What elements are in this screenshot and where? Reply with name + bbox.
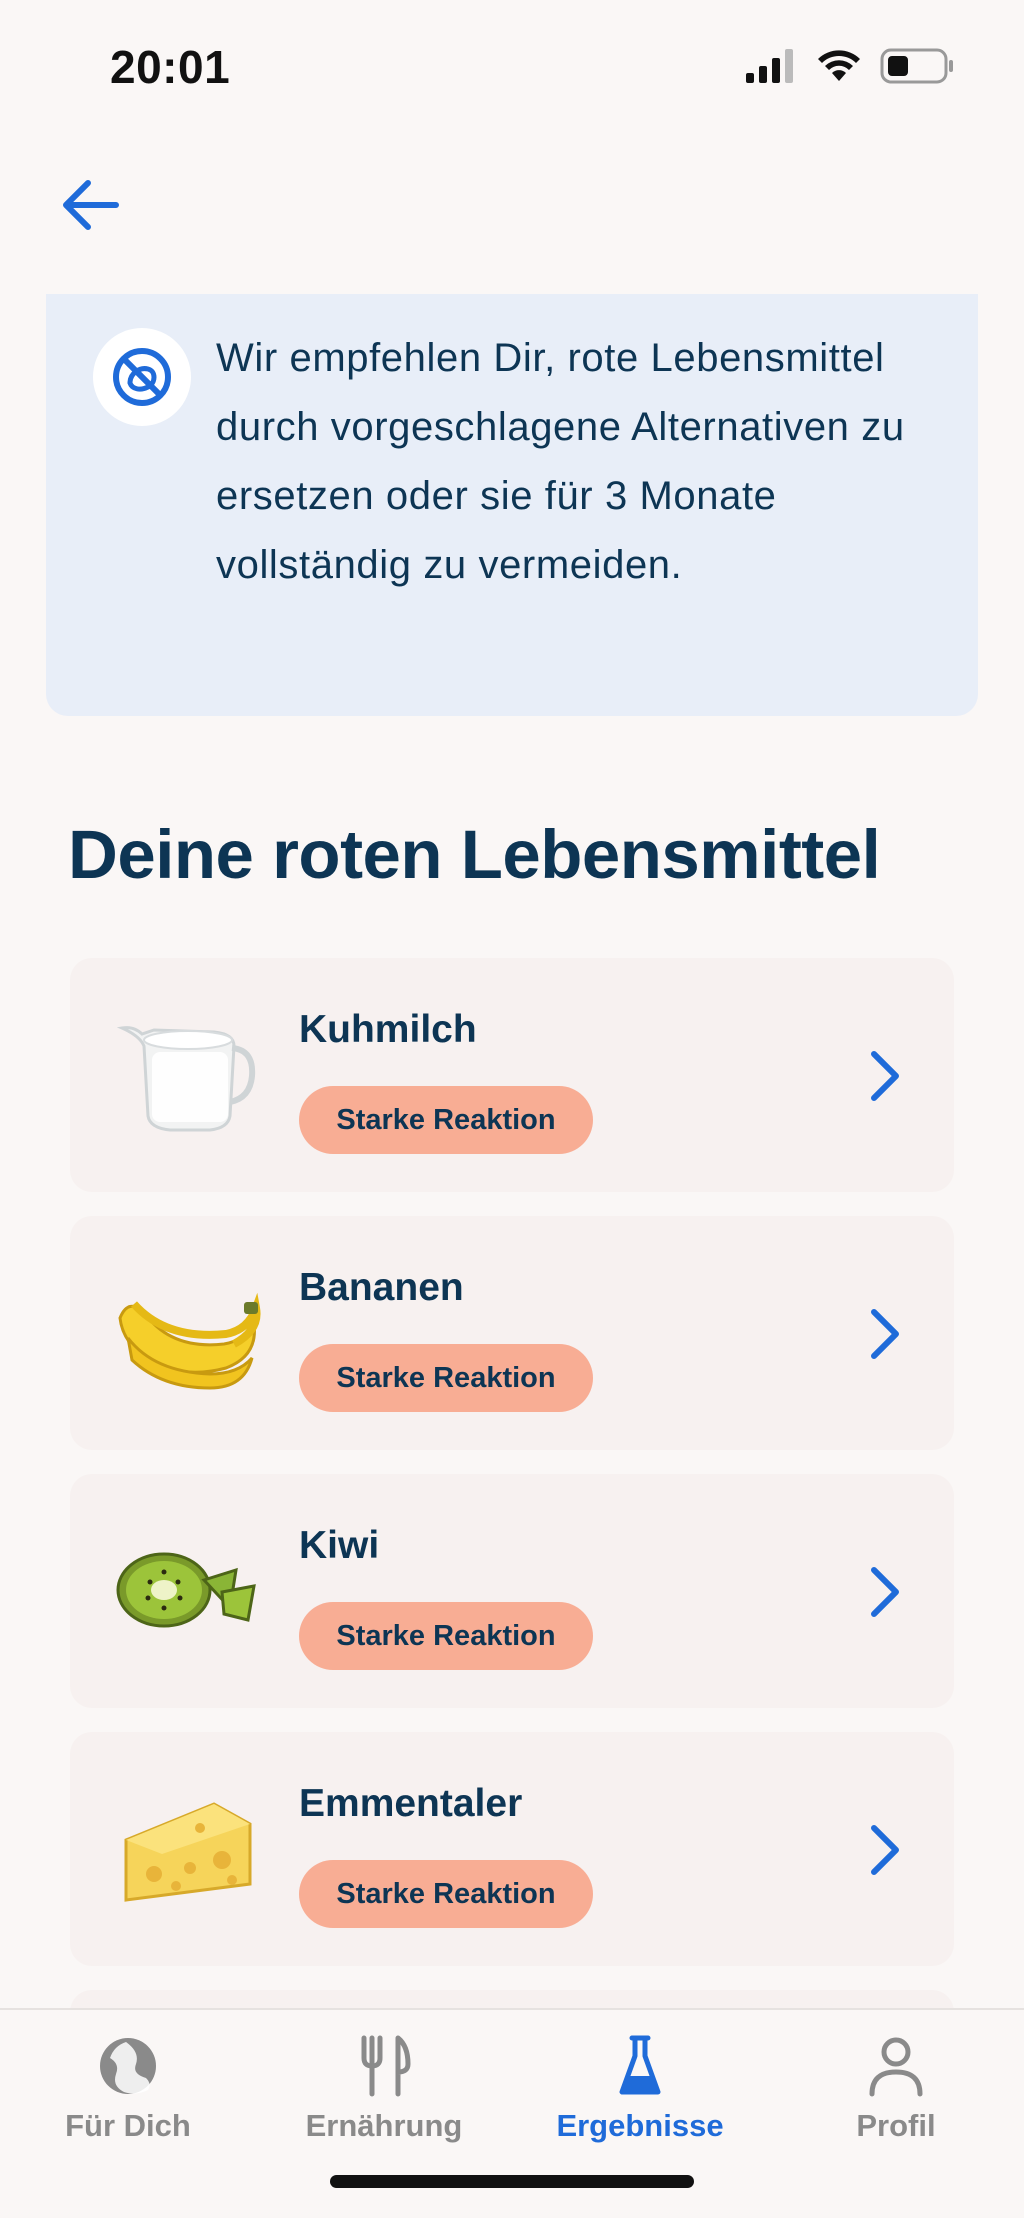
- bananas-icon: [118, 1292, 261, 1390]
- chevron-right-icon: [871, 1567, 899, 1617]
- home-indicator[interactable]: [330, 2175, 694, 2188]
- fork-knife-icon: [361, 2035, 411, 2097]
- person-icon: [869, 2037, 923, 2097]
- wifi-icon: [818, 50, 860, 81]
- milk-jug-icon: [116, 1026, 256, 1132]
- tab-fuer-dich[interactable]: Für Dich: [0, 2010, 256, 2160]
- food-list: Kuhmilch Starke Reaktion Bananen Starke …: [70, 958, 954, 2074]
- reaction-badge: Starke Reaktion: [299, 1860, 593, 1928]
- no-allergen-icon: [113, 348, 171, 406]
- chevron-right-icon: [871, 1825, 899, 1875]
- globe-icon: [100, 2038, 156, 2094]
- kiwi-icon: [116, 1552, 256, 1628]
- reaction-badge: Starke Reaktion: [299, 1602, 593, 1670]
- food-item-kiwi[interactable]: Kiwi Starke Reaktion: [70, 1474, 954, 1708]
- chevron-right-icon: [871, 1051, 899, 1101]
- tab-ergebnisse[interactable]: Ergebnisse: [512, 2010, 768, 2160]
- chevron-right-icon: [871, 1309, 899, 1359]
- flask-icon: [619, 2035, 661, 2095]
- reaction-badge: Starke Reaktion: [299, 1086, 593, 1154]
- back-button[interactable]: [50, 165, 130, 245]
- reaction-badge: Starke Reaktion: [299, 1344, 593, 1412]
- food-item-bananen[interactable]: Bananen Starke Reaktion: [70, 1216, 954, 1450]
- section-title: Deine roten Lebensmittel: [68, 816, 881, 893]
- food-name: Bananen: [299, 1266, 464, 1309]
- tab-ernaehrung[interactable]: Ernährung: [256, 2010, 512, 2160]
- tab-label: Profil: [856, 2108, 936, 2143]
- food-item-kuhmilch[interactable]: Kuhmilch Starke Reaktion: [70, 958, 954, 1192]
- tab-label: Ergebnisse: [556, 2108, 724, 2143]
- food-name: Kuhmilch: [299, 1008, 477, 1051]
- food-item-emmentaler[interactable]: Emmentaler Starke Reaktion: [70, 1732, 954, 1966]
- tab-label: Ernährung: [305, 2108, 463, 2143]
- info-banner: Wir empfehlen Dir, rote Lebensmittel dur…: [46, 294, 978, 716]
- battery-icon: [880, 48, 953, 84]
- status-bar: 20:01: [0, 0, 1024, 130]
- status-time: 20:01: [110, 41, 231, 93]
- tab-label: Für Dich: [65, 2108, 191, 2143]
- arrow-left-icon: [63, 180, 119, 230]
- cellular-signal-icon: [746, 49, 793, 83]
- tab-profil[interactable]: Profil: [768, 2010, 1024, 2160]
- info-text: Wir empfehlen Dir, rote Lebensmittel dur…: [216, 336, 905, 587]
- info-icon-container: [93, 328, 191, 426]
- status-icons: [746, 48, 954, 84]
- food-name: Emmentaler: [299, 1782, 523, 1825]
- food-name: Kiwi: [299, 1524, 380, 1567]
- cheese-icon: [124, 1802, 252, 1902]
